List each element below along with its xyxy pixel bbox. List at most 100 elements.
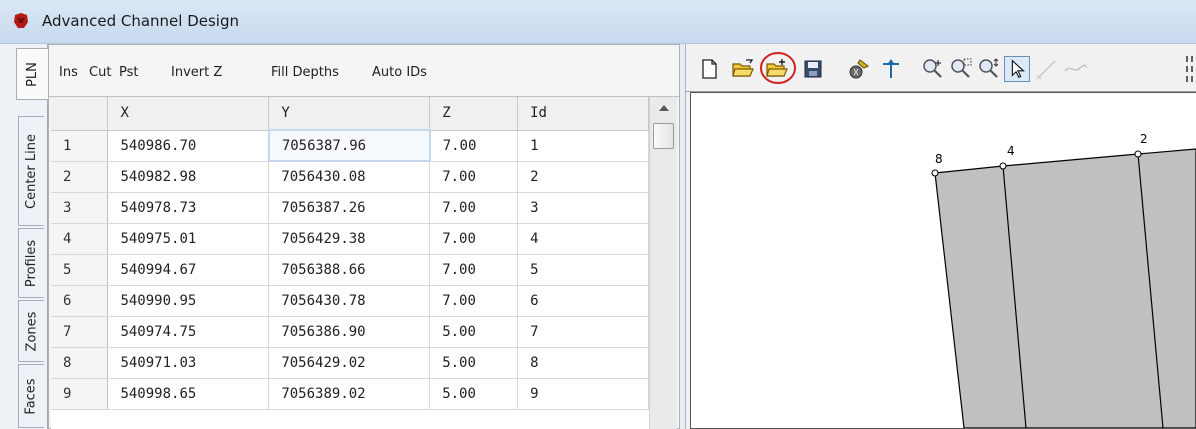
open-folder-icon[interactable]: [730, 56, 756, 82]
cell-y[interactable]: 7056429.02: [268, 347, 431, 379]
cell-x[interactable]: 540998.65: [107, 378, 270, 410]
table-row[interactable]: 8 540971.03 7056429.02 5.00 8: [51, 347, 649, 379]
table-row[interactable]: 7 540974.75 7056386.90 5.00 7: [51, 316, 649, 348]
cell-z[interactable]: 5.00: [429, 316, 519, 348]
cell-z[interactable]: 7.00: [429, 254, 519, 286]
cell-x[interactable]: 540990.95: [107, 285, 270, 317]
table-row[interactable]: 9 540998.65 7056389.02 5.00 9: [51, 378, 649, 410]
auto-ids-button[interactable]: Auto IDs: [372, 65, 427, 80]
cell-x[interactable]: 540974.75: [107, 316, 270, 348]
cell-x[interactable]: 540994.67: [107, 254, 270, 286]
tab-pln[interactable]: PLN: [16, 48, 48, 100]
line-tool-icon[interactable]: [1034, 56, 1060, 82]
grid-header-row: X Y Z Id: [51, 97, 649, 131]
row-header-cell[interactable]: 7: [51, 316, 109, 348]
select-pointer-icon[interactable]: [1004, 56, 1030, 82]
cell-id[interactable]: 8: [517, 347, 649, 379]
tab-center-line[interactable]: Center Line: [18, 116, 44, 226]
row-header-cell[interactable]: 5: [51, 254, 109, 286]
cell-x[interactable]: 540971.03: [107, 347, 270, 379]
cell-y[interactable]: 7056429.38: [268, 223, 431, 255]
tab-profiles[interactable]: Profiles: [18, 228, 44, 298]
cell-y[interactable]: 7056387.96: [267, 129, 431, 162]
cell-id[interactable]: 4: [517, 223, 649, 255]
channel-polygon: [934, 148, 1196, 429]
cell-id[interactable]: 5: [517, 254, 649, 286]
drawing-toolbar: [686, 44, 1196, 92]
table-row[interactable]: 2 540982.98 7056430.08 7.00 2: [51, 161, 649, 193]
column-header-z[interactable]: Z: [429, 97, 519, 131]
cell-z[interactable]: 7.00: [429, 161, 519, 193]
cell-x[interactable]: 540975.01: [107, 223, 270, 255]
column-header-y[interactable]: Y: [268, 97, 431, 131]
vertex-4[interactable]: [999, 162, 1007, 170]
vertex-8[interactable]: [931, 169, 939, 177]
new-file-icon[interactable]: [696, 56, 722, 82]
invert-z-button[interactable]: Invert Z: [171, 65, 222, 80]
column-header-id[interactable]: Id: [517, 97, 649, 131]
scroll-up-arrow-icon[interactable]: [659, 105, 669, 111]
tab-faces[interactable]: Faces: [18, 364, 44, 428]
cell-id[interactable]: 2: [517, 161, 649, 193]
zoom-in-out-icon[interactable]: [920, 56, 946, 82]
cell-x[interactable]: 540986.70: [107, 130, 270, 162]
settings-tool-icon[interactable]: [846, 56, 872, 82]
zoom-window-icon[interactable]: [948, 56, 974, 82]
cell-y[interactable]: 7056430.08: [268, 161, 431, 193]
row-header-cell[interactable]: 6: [51, 285, 109, 317]
cell-z[interactable]: 5.00: [429, 378, 519, 410]
tab-pln-label: PLN: [25, 61, 40, 87]
corner-header[interactable]: [51, 97, 109, 131]
table-row[interactable]: 3 540978.73 7056387.26 7.00 3: [51, 192, 649, 224]
save-icon[interactable]: [800, 56, 826, 82]
tab-faces-label: Faces: [24, 377, 40, 415]
plan-view-canvas[interactable]: 8 4 2: [690, 92, 1196, 429]
cell-x[interactable]: 540982.98: [107, 161, 270, 193]
vertex-2[interactable]: [1134, 150, 1142, 158]
app-logo-icon: [14, 13, 28, 28]
table-row[interactable]: 4 540975.01 7056429.38 7.00 4: [51, 223, 649, 255]
cell-id[interactable]: 1: [517, 130, 649, 162]
cell-id[interactable]: 3: [517, 192, 649, 224]
cell-id[interactable]: 7: [517, 316, 649, 348]
tab-zones[interactable]: Zones: [18, 300, 44, 362]
tab-center-line-label: Center Line: [24, 133, 40, 209]
table-row[interactable]: 6 540990.95 7056430.78 7.00 6: [51, 285, 649, 317]
fill-depths-button[interactable]: Fill Depths: [271, 65, 339, 80]
cell-z[interactable]: 7.00: [429, 192, 519, 224]
curve-tool-icon[interactable]: [1062, 56, 1088, 82]
cell-z[interactable]: 7.00: [429, 130, 519, 162]
cell-id[interactable]: 6: [517, 285, 649, 317]
row-header-cell[interactable]: 9: [51, 378, 109, 410]
column-header-x[interactable]: X: [107, 97, 270, 131]
ins-button[interactable]: Ins: [59, 65, 78, 80]
cell-y[interactable]: 7056387.26: [268, 192, 431, 224]
cell-x[interactable]: 540978.73: [107, 192, 270, 224]
cell-z[interactable]: 7.00: [429, 285, 519, 317]
cut-button[interactable]: Cut: [89, 65, 111, 80]
cell-z[interactable]: 7.00: [429, 223, 519, 255]
row-header-cell[interactable]: 1: [51, 130, 109, 162]
vertical-scrollbar[interactable]: [649, 97, 677, 429]
cell-y[interactable]: 7056386.90: [268, 316, 431, 348]
cell-z[interactable]: 5.00: [429, 347, 519, 379]
row-header-cell[interactable]: 4: [51, 223, 109, 255]
invert-arrow-icon[interactable]: [878, 56, 904, 82]
point-label-8: 8: [935, 152, 943, 166]
plan-view-panel: 8 4 2: [685, 44, 1196, 429]
row-header-cell[interactable]: 3: [51, 192, 109, 224]
zoom-pan-icon[interactable]: [976, 56, 1002, 82]
cell-y[interactable]: 7056388.66: [268, 254, 431, 286]
cell-id[interactable]: 9: [517, 378, 649, 410]
paste-button[interactable]: Pst: [119, 65, 138, 80]
overflow-chevron-icon[interactable]: [1184, 54, 1196, 84]
scroll-thumb[interactable]: [653, 123, 674, 149]
row-header-cell[interactable]: 2: [51, 161, 109, 193]
cell-y[interactable]: 7056389.02: [268, 378, 431, 410]
points-toolbar: Ins Cut Pst Invert Z Fill Depths Auto ID…: [49, 45, 679, 97]
row-header-cell[interactable]: 8: [51, 347, 109, 379]
cell-y[interactable]: 7056430.78: [268, 285, 431, 317]
table-row[interactable]: 1 540986.70 7056387.96 7.00 1: [51, 129, 649, 162]
window-title: Advanced Channel Design: [42, 12, 239, 30]
table-row[interactable]: 5 540994.67 7056388.66 7.00 5: [51, 254, 649, 286]
